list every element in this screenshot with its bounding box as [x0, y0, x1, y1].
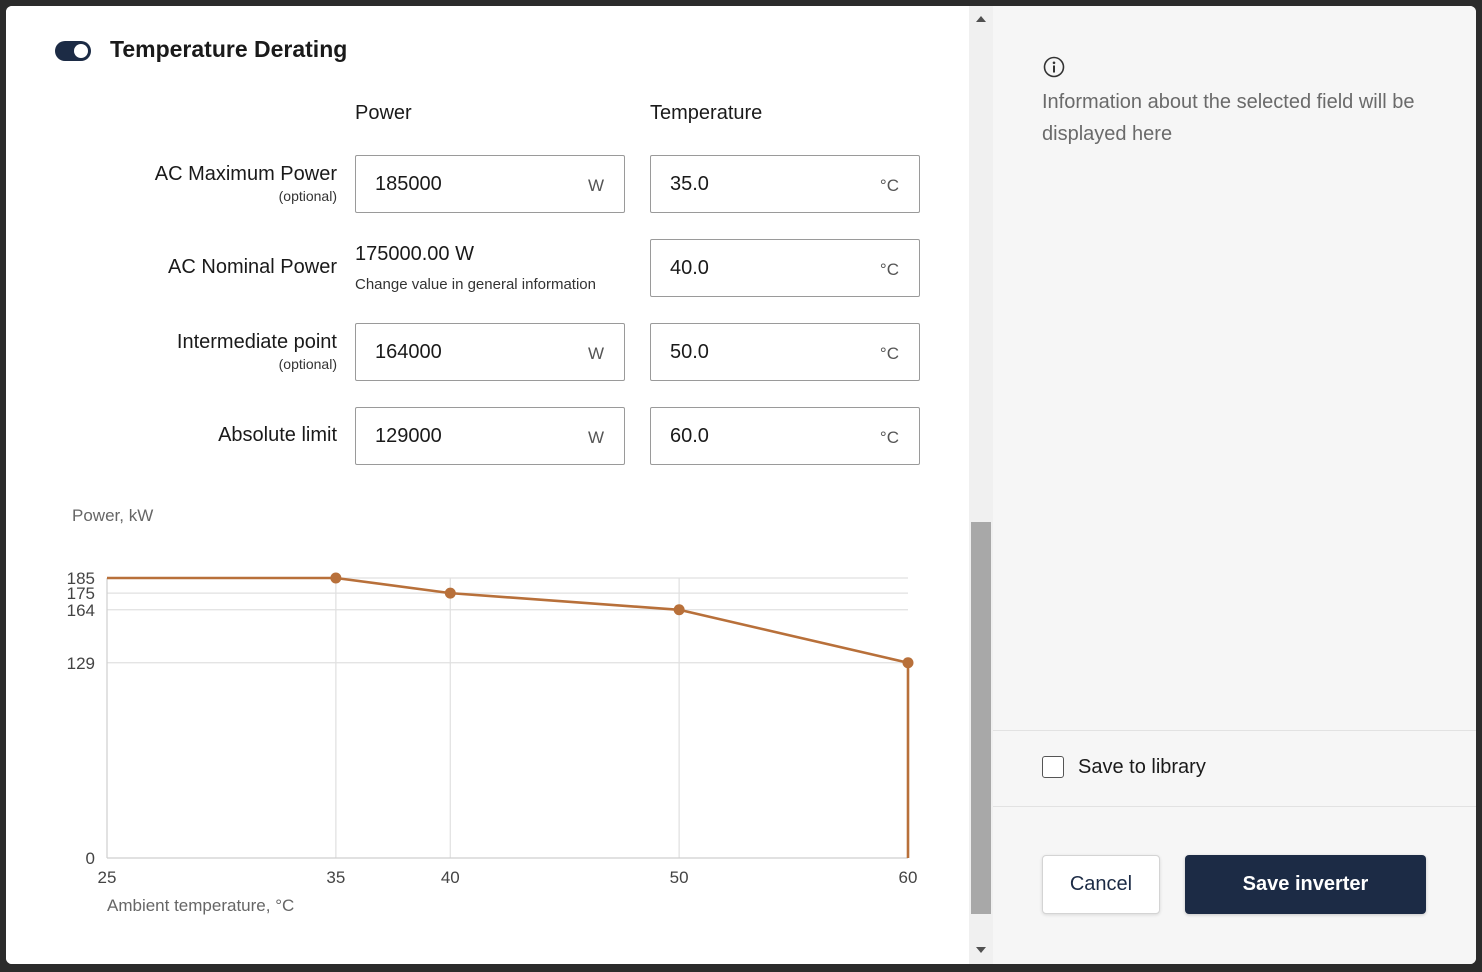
y-axis-label: Power, kW [72, 506, 153, 525]
ac-nominal-temp-input[interactable]: 40.0 °C [650, 239, 920, 297]
ac-nominal-power-value: 175000.00 W [355, 243, 474, 265]
derating-form: Temperature Derating Power Temperature A… [6, 6, 969, 964]
power-column-header: Power [355, 102, 412, 124]
field-unit: °C [879, 428, 899, 447]
optional-hint: (optional) [278, 356, 337, 372]
field-unit: W [587, 176, 604, 195]
save-to-library-checkbox[interactable] [1042, 756, 1064, 778]
divider [993, 806, 1476, 807]
x-tick-label: 35 [326, 868, 345, 887]
temperature-column-header: Temperature [650, 102, 763, 124]
x-tick-label: 25 [98, 868, 117, 887]
y-tick-label: 129 [67, 654, 95, 673]
field-value: 60.0 [670, 425, 709, 447]
info-icon [1043, 56, 1065, 78]
absolute-limit-temp-input[interactable]: 60.0 °C [650, 407, 920, 465]
row-label-ac-max-power: AC Maximum Power (optional) [155, 163, 337, 204]
field-value: 40.0 [670, 257, 709, 279]
field-unit: W [587, 428, 604, 447]
cancel-button[interactable]: Cancel [1042, 855, 1160, 914]
row-label-text: Absolute limit [218, 424, 337, 446]
optional-hint: (optional) [278, 188, 337, 204]
y-tick-label: 164 [67, 601, 95, 620]
field-unit: °C [879, 344, 899, 363]
derating-chart: 012916417518525 35 40 50 60Power, kWAmbient … [67, 506, 918, 915]
row-label-absolute-limit: Absolute limit [218, 424, 337, 447]
field-unit: °C [879, 176, 899, 195]
toggle-knob [74, 44, 88, 58]
y-tick-label: 0 [86, 849, 95, 868]
intermediate-power-input[interactable]: 164000 W [355, 323, 625, 381]
data-point [902, 657, 914, 669]
inverter-dialog: Temperature Derating Power Temperature A… [6, 6, 1476, 964]
x-tick-label: 50 [670, 868, 689, 887]
row-label-ac-nominal-power: AC Nominal Power [168, 256, 337, 279]
row-label-text: AC Maximum Power [154, 163, 337, 185]
derating-curve [107, 576, 910, 858]
data-point [330, 572, 342, 584]
scroll-thumb[interactable] [971, 522, 991, 914]
save-to-library-label[interactable]: Save to library [1078, 756, 1206, 779]
scroll-down-arrow[interactable] [976, 947, 986, 953]
ac-max-temp-input[interactable]: 35.0 °C [650, 155, 920, 213]
x-tick-label: 60 [899, 868, 918, 887]
scroll-up-arrow[interactable] [976, 16, 986, 22]
scrollbar[interactable] [969, 6, 993, 964]
absolute-limit-power-input[interactable]: 129000 W [355, 407, 625, 465]
field-value: 185000 [375, 173, 442, 195]
row-label-text: Intermediate point [176, 331, 337, 353]
save-inverter-button[interactable]: Save inverter [1185, 855, 1426, 914]
field-unit: °C [879, 260, 899, 279]
data-point [444, 587, 456, 599]
divider [993, 730, 1476, 731]
field-value: 50.0 [670, 341, 709, 363]
row-label-text: AC Nominal Power [168, 256, 337, 278]
info-panel: Information about the selected field wil… [993, 6, 1476, 964]
field-value: 164000 [375, 341, 442, 363]
field-value: 129000 [375, 425, 442, 447]
row-label-intermediate-point: Intermediate point (optional) [177, 331, 337, 372]
x-tick-label: 40 [441, 868, 460, 887]
section-title: Temperature Derating [110, 36, 348, 62]
intermediate-temp-input[interactable]: 50.0 °C [650, 323, 920, 381]
change-value-hint: Change value in general information [355, 276, 596, 293]
ac-max-power-input[interactable]: 185000 W [355, 155, 625, 213]
x-axis-label: Ambient temperature, °C [107, 896, 294, 915]
info-text: Information about the selected field wil… [1042, 91, 1415, 145]
field-value: 35.0 [670, 173, 709, 195]
data-point [673, 604, 685, 616]
derating-toggle[interactable] [55, 41, 91, 61]
field-unit: W [587, 344, 604, 363]
y-tick-label: 185 [67, 569, 95, 588]
